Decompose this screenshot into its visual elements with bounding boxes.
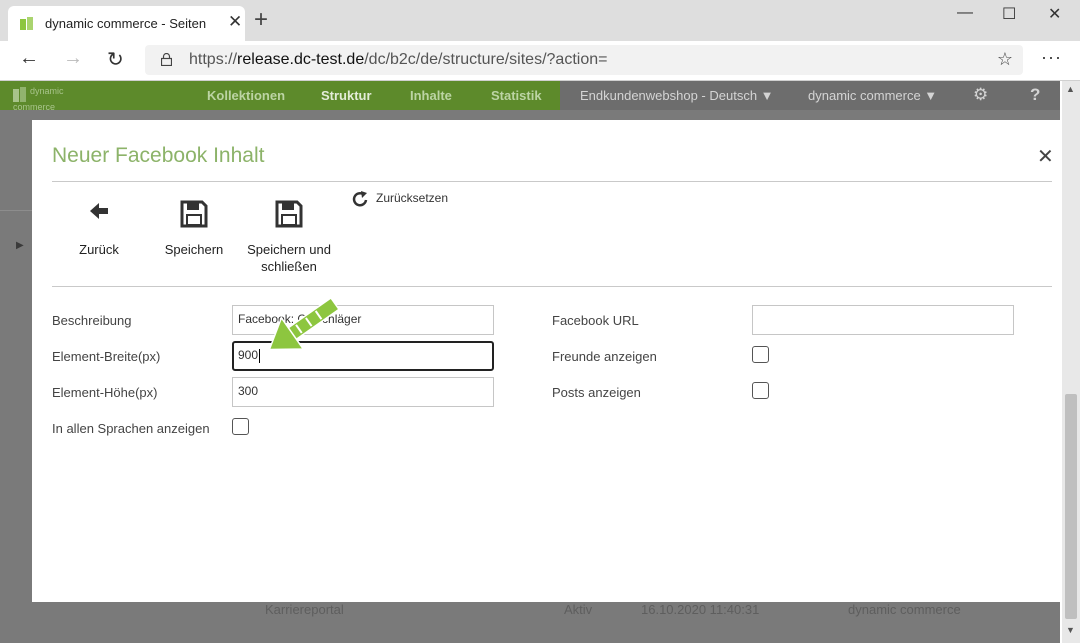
facebook-url-label: Facebook URL	[552, 313, 639, 328]
url-path: /dc/b2c/de/structure/sites/?action=	[364, 51, 608, 68]
reset-rotate-icon	[352, 191, 368, 207]
nav-kollektionen[interactable]: Kollektionen	[207, 88, 285, 103]
scroll-thumb[interactable]	[1065, 394, 1077, 619]
show-friends-label: Freunde anzeigen	[552, 349, 657, 364]
scroll-up-icon[interactable]: ▲	[1066, 84, 1075, 94]
save-button[interactable]: Speichern	[164, 200, 224, 258]
background-row-owner: dynamic commerce	[848, 602, 961, 617]
minimize-icon[interactable]: —	[957, 4, 973, 22]
element-width-label: Element-Breite(px)	[52, 349, 161, 364]
background-expand-icon: ▶	[16, 240, 24, 251]
background-row-status: Aktiv	[564, 602, 593, 617]
scroll-down-icon[interactable]: ▼	[1066, 625, 1075, 635]
settings-gear-icon[interactable]: ⚙	[973, 85, 988, 105]
forward-arrow-icon[interactable]: →	[63, 47, 83, 70]
dc-logo-icon	[13, 87, 26, 102]
nav-inhalte[interactable]: Inhalte	[410, 88, 452, 103]
refresh-icon[interactable]: ↻	[107, 47, 124, 72]
help-icon[interactable]: ?	[1030, 85, 1040, 105]
address-bar[interactable]: https://release.dc-test.de/dc/b2c/de/str…	[145, 45, 1023, 75]
show-friends-checkbox[interactable]	[752, 346, 769, 363]
favorite-star-icon[interactable]: ☆	[997, 49, 1013, 70]
background-row-date: 16.10.2020 11:40:31	[641, 602, 760, 617]
annotation-arrow-icon	[268, 296, 341, 351]
logo-text-1: dynamic	[30, 86, 64, 96]
element-height-input[interactable]: 300	[232, 377, 494, 407]
reset-button[interactable]: Zurücksetzen	[352, 191, 448, 207]
dc-favicon-icon	[20, 17, 33, 30]
browser-tab-bar: dynamic commerce - Seiten ✕ + — ☐ ✕	[0, 0, 1080, 41]
reset-button-label: Zurücksetzen	[376, 191, 449, 206]
page-scrollbar[interactable]: ▲ ▼	[1062, 81, 1080, 643]
back-button[interactable]: Zurück	[79, 200, 119, 258]
window-close-icon[interactable]: ✕	[1048, 4, 1061, 24]
save-disk-icon	[275, 200, 303, 228]
url-prefix: https://	[189, 51, 238, 68]
app-header: dynamic commerce Kollektionen Struktur I…	[0, 81, 1080, 112]
save-close-label-2: schließen	[261, 259, 317, 274]
nav-struktur[interactable]: Struktur	[321, 88, 372, 103]
shop-dropdown[interactable]: Endkundenwebshop - Deutsch ▼	[580, 88, 774, 103]
toolbar-divider	[52, 286, 1052, 287]
facebook-content-dialog: Neuer Facebook Inhalt ✕ Zurück Speichern…	[32, 120, 1062, 602]
app-logo[interactable]: dynamic commerce	[13, 87, 64, 112]
show-posts-checkbox[interactable]	[752, 382, 769, 399]
all-languages-checkbox[interactable]	[232, 418, 249, 435]
show-posts-label: Posts anzeigen	[552, 385, 641, 400]
user-dropdown[interactable]: dynamic commerce ▼	[808, 88, 937, 103]
tab-close-icon[interactable]: ✕	[228, 12, 242, 32]
url-text: https://release.dc-test.de/dc/b2c/de/str…	[189, 51, 607, 69]
element-width-value: 900	[238, 348, 259, 362]
back-arrow-icon[interactable]: ←	[19, 47, 39, 70]
title-divider	[52, 181, 1052, 182]
dialog-title: Neuer Facebook Inhalt	[52, 144, 265, 167]
save-and-close-button[interactable]: Speichern und schließen	[244, 200, 334, 275]
back-button-label: Zurück	[79, 242, 119, 257]
background-row-name: Karriereportal	[265, 602, 344, 617]
description-label: Beschreibung	[52, 313, 132, 328]
lock-icon	[161, 53, 172, 66]
save-disk-icon	[180, 200, 208, 228]
save-button-label: Speichern	[164, 242, 224, 257]
tab-title: dynamic commerce - Seiten	[45, 16, 207, 31]
dialog-close-icon[interactable]: ✕	[1037, 144, 1054, 169]
maximize-icon[interactable]: ☐	[1002, 4, 1016, 24]
url-host: release.dc-test.de	[237, 51, 365, 68]
element-height-label: Element-Höhe(px)	[52, 385, 158, 400]
background-divider	[0, 210, 32, 211]
back-arrow-icon	[90, 203, 108, 219]
browser-menu-icon[interactable]: ···	[1041, 47, 1062, 68]
app-nav-bar: dynamic commerce Kollektionen Struktur I…	[0, 81, 560, 112]
all-languages-label: In allen Sprachen anzeigen	[52, 421, 210, 436]
app-context-bar: Endkundenwebshop - Deutsch ▼ dynamic com…	[560, 81, 1060, 110]
save-close-label-1: Speichern und	[247, 242, 331, 257]
new-tab-icon[interactable]: +	[254, 6, 268, 34]
facebook-url-input[interactable]	[752, 305, 1014, 335]
browser-tab[interactable]: dynamic commerce - Seiten ✕	[8, 6, 245, 41]
nav-statistik[interactable]: Statistik	[491, 88, 542, 103]
browser-toolbar: ← → ↻ https://release.dc-test.de/dc/b2c/…	[0, 41, 1080, 81]
